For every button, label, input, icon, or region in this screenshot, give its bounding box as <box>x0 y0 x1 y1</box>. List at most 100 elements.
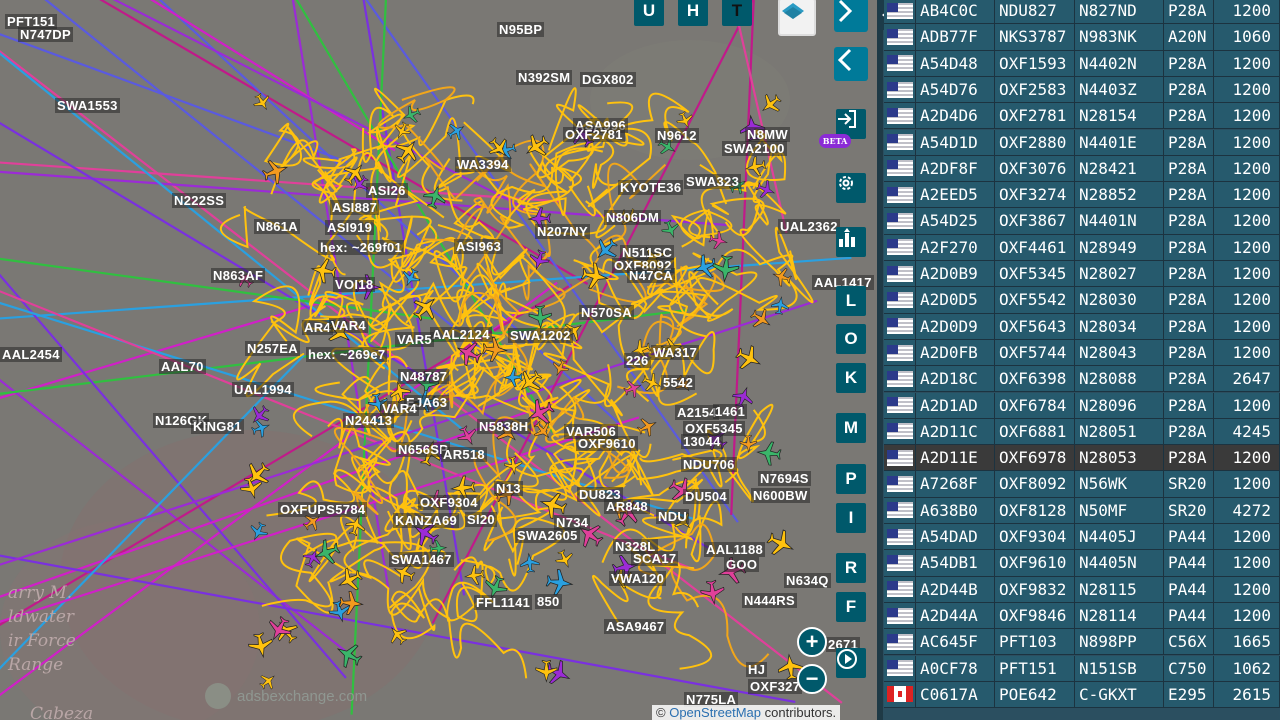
table-row[interactable]: A2D4D6 OXF2781 N28154 P28A 1200 <box>884 103 1280 130</box>
aircraft-label[interactable]: HJ <box>746 662 768 677</box>
openstreetmap-link[interactable]: OpenStreetMap <box>669 705 761 720</box>
aircraft-label[interactable]: N5838H <box>477 419 531 434</box>
table-row[interactable]: A7268F OXF8092 N56WK SR20 1200 <box>884 471 1280 498</box>
table-row[interactable]: A2D0FB OXF5744 N28043 P28A 1200 <box>884 339 1280 367</box>
aircraft-label[interactable]: N600BW <box>751 488 810 503</box>
toggle-l-button[interactable]: L <box>836 286 866 316</box>
aircraft-label[interactable]: UAL1994 <box>232 382 294 397</box>
settings-button[interactable] <box>836 173 866 203</box>
aircraft-label[interactable]: N222SS <box>172 193 227 208</box>
aircraft-label[interactable]: N257EA <box>245 341 300 356</box>
table-row[interactable]: A54D1D OXF2880 N4401E P28A 1200 <box>884 129 1280 156</box>
aircraft-label[interactable]: DU504 <box>683 489 729 504</box>
aircraft-label[interactable]: hex: ~269f01 <box>318 240 405 255</box>
replay-button[interactable] <box>836 648 866 678</box>
aircraft-label[interactable]: N806DM <box>604 210 662 225</box>
aircraft-label[interactable]: ASI887 <box>330 200 380 215</box>
aircraft-label[interactable]: OXF9610 <box>576 436 638 451</box>
aircraft-label[interactable]: N392SM <box>516 70 573 85</box>
aircraft-label[interactable]: VOI18 <box>333 277 376 292</box>
table-row[interactable]: A2D0B9 OXF5345 N28027 P28A 1200 <box>884 261 1280 288</box>
aircraft-label[interactable]: FFL1141 <box>474 595 533 610</box>
table-row[interactable]: A2D44B OXF9832 N28115 PA44 1200 <box>884 576 1280 603</box>
aircraft-label[interactable]: N7694S <box>758 471 811 486</box>
aircraft-label[interactable]: 226 <box>624 353 651 368</box>
table-row[interactable]: A2D11E OXF6978 N28053 P28A 1200 <box>884 445 1280 472</box>
aircraft-label[interactable]: 13044 <box>681 434 723 449</box>
aircraft-label[interactable]: SCA17 <box>631 551 679 566</box>
aircraft-label[interactable]: AAL70 <box>159 359 206 374</box>
aircraft-label[interactable]: KYOTE36 <box>618 180 684 195</box>
aircraft-label[interactable]: N207NY <box>535 224 590 239</box>
table-row[interactable]: A2F270 OXF4461 N28949 P28A 1200 <box>884 234 1280 261</box>
table-row[interactable]: A2D0D9 OXF5643 N28034 P28A 1200 <box>884 313 1280 340</box>
map-view[interactable]: PFT151 N747DP SWA1553 N95BP N392SM DGX802 ASA9… <box>0 0 877 720</box>
toggle-p-button[interactable]: P <box>836 464 866 494</box>
aircraft-label[interactable]: VAR5 <box>395 332 434 347</box>
aircraft-label[interactable]: N444RS <box>742 593 797 608</box>
aircraft-label[interactable]: hex: ~269e7 <box>306 347 388 362</box>
aircraft-label[interactable]: SWA2100 <box>722 141 787 156</box>
table-row[interactable]: A54DB1 OXF9610 N4405N PA44 1200 <box>884 550 1280 577</box>
aircraft-label[interactable]: OXF327 <box>748 679 803 694</box>
aircraft-label[interactable]: N863AF <box>211 268 266 283</box>
aircraft-label[interactable]: SWA1202 <box>508 328 573 343</box>
aircraft-label[interactable]: NDU706 <box>681 457 737 472</box>
aircraft-label[interactable]: N634Q <box>784 573 831 588</box>
aircraft-label[interactable]: AAL1188 <box>704 542 766 557</box>
toggle-r-button[interactable]: R <box>836 553 866 583</box>
aircraft-label[interactable]: SWA323 <box>684 174 742 189</box>
aircraft-label[interactable]: OXF9304 <box>418 495 480 510</box>
aircraft-label[interactable]: N8MW <box>745 127 790 142</box>
aircraft-label[interactable]: N9612 <box>655 128 699 143</box>
aircraft-label[interactable]: ASA9467 <box>604 619 667 634</box>
table-row[interactable]: A54D76 OXF2583 N4403Z P28A 1200 <box>884 76 1280 104</box>
aircraft-label[interactable]: N570SA <box>579 305 634 320</box>
zoom-in-button[interactable]: + <box>797 627 827 657</box>
zoom-out-button[interactable]: − <box>797 664 827 694</box>
stats-button[interactable] <box>836 227 866 257</box>
table-row[interactable]: A2DF8F OXF3076 N28421 P28A 1200 <box>884 155 1280 183</box>
table-row[interactable]: A2D0D5 OXF5542 N28030 P28A 1200 <box>884 287 1280 314</box>
aircraft-label[interactable]: N47CA <box>627 268 676 283</box>
toggle-f-button[interactable]: F <box>836 592 866 622</box>
aircraft-label[interactable]: VAR4 <box>329 318 368 333</box>
aircraft-label[interactable]: WA3394 <box>455 157 511 172</box>
table-row[interactable]: A2D44A OXF9846 N28114 PA44 1200 <box>884 602 1280 630</box>
aircraft-label[interactable]: ASI963 <box>454 239 504 254</box>
panel-divider[interactable] <box>877 0 883 720</box>
layers-button[interactable] <box>778 0 816 36</box>
aircraft-label[interactable]: N13 <box>494 481 523 496</box>
table-row[interactable]: A54D48 OXF1593 N4402N P28A 1200 <box>884 50 1280 77</box>
table-row[interactable]: A2EED5 OXF3274 N28852 P28A 1200 <box>884 182 1280 209</box>
table-row[interactable]: A0CF78 PFT151 N151SB C750 1062 <box>884 655 1280 682</box>
t-button[interactable]: T <box>722 0 752 26</box>
aircraft-label[interactable]: 1461 <box>713 404 748 419</box>
table-row[interactable]: ADB77F NKS3787 N983NK A20N 1060 <box>884 24 1280 51</box>
aircraft-label[interactable]: KING81 <box>191 419 244 434</box>
aircraft-label[interactable]: ASI919 <box>325 220 375 235</box>
aircraft-label[interactable]: ASI26 <box>366 183 408 198</box>
table-row[interactable]: C0617A POE642 C-GKXT E295 2615 <box>884 681 1280 709</box>
aircraft-label[interactable]: AR848 <box>604 499 650 514</box>
table-row[interactable]: A2D18C OXF6398 N28088 P28A 2647 <box>884 366 1280 393</box>
aircraft-label[interactable]: UAL2362 <box>778 219 840 234</box>
aircraft-label[interactable]: N747DP <box>18 27 73 42</box>
aircraft-label[interactable]: SWA2605 <box>515 528 580 543</box>
aircraft-label[interactable]: 5542 <box>661 375 696 390</box>
forward-button[interactable] <box>834 0 868 32</box>
table-row[interactable]: A638B0 OXF8128 N50MF SR20 4272 <box>884 497 1280 524</box>
aircraft-label[interactable]: 850 <box>535 594 562 609</box>
table-row[interactable]: AB4C0C NDU827 N827ND P28A 1200 <box>884 0 1280 25</box>
aircraft-label[interactable]: N24413 <box>343 413 395 428</box>
aircraft-label[interactable]: WA317 <box>651 345 700 360</box>
aircraft-label[interactable]: KANZA69 <box>393 513 460 528</box>
table-row[interactable]: A54DAD OXF9304 N4405J PA44 1200 <box>884 524 1280 551</box>
aircraft-label[interactable]: OXF2781 <box>563 127 625 142</box>
toggle-k-button[interactable]: K <box>836 363 866 393</box>
toggle-m-button[interactable]: M <box>836 413 866 443</box>
table-row[interactable]: A2D1AD OXF6784 N28096 P28A 1200 <box>884 392 1280 419</box>
toggle-i-button[interactable]: I <box>836 503 866 533</box>
table-row[interactable]: A2D11C OXF6881 N28051 P28A 4245 <box>884 418 1280 446</box>
aircraft-label[interactable]: AAL2454 <box>0 347 62 362</box>
